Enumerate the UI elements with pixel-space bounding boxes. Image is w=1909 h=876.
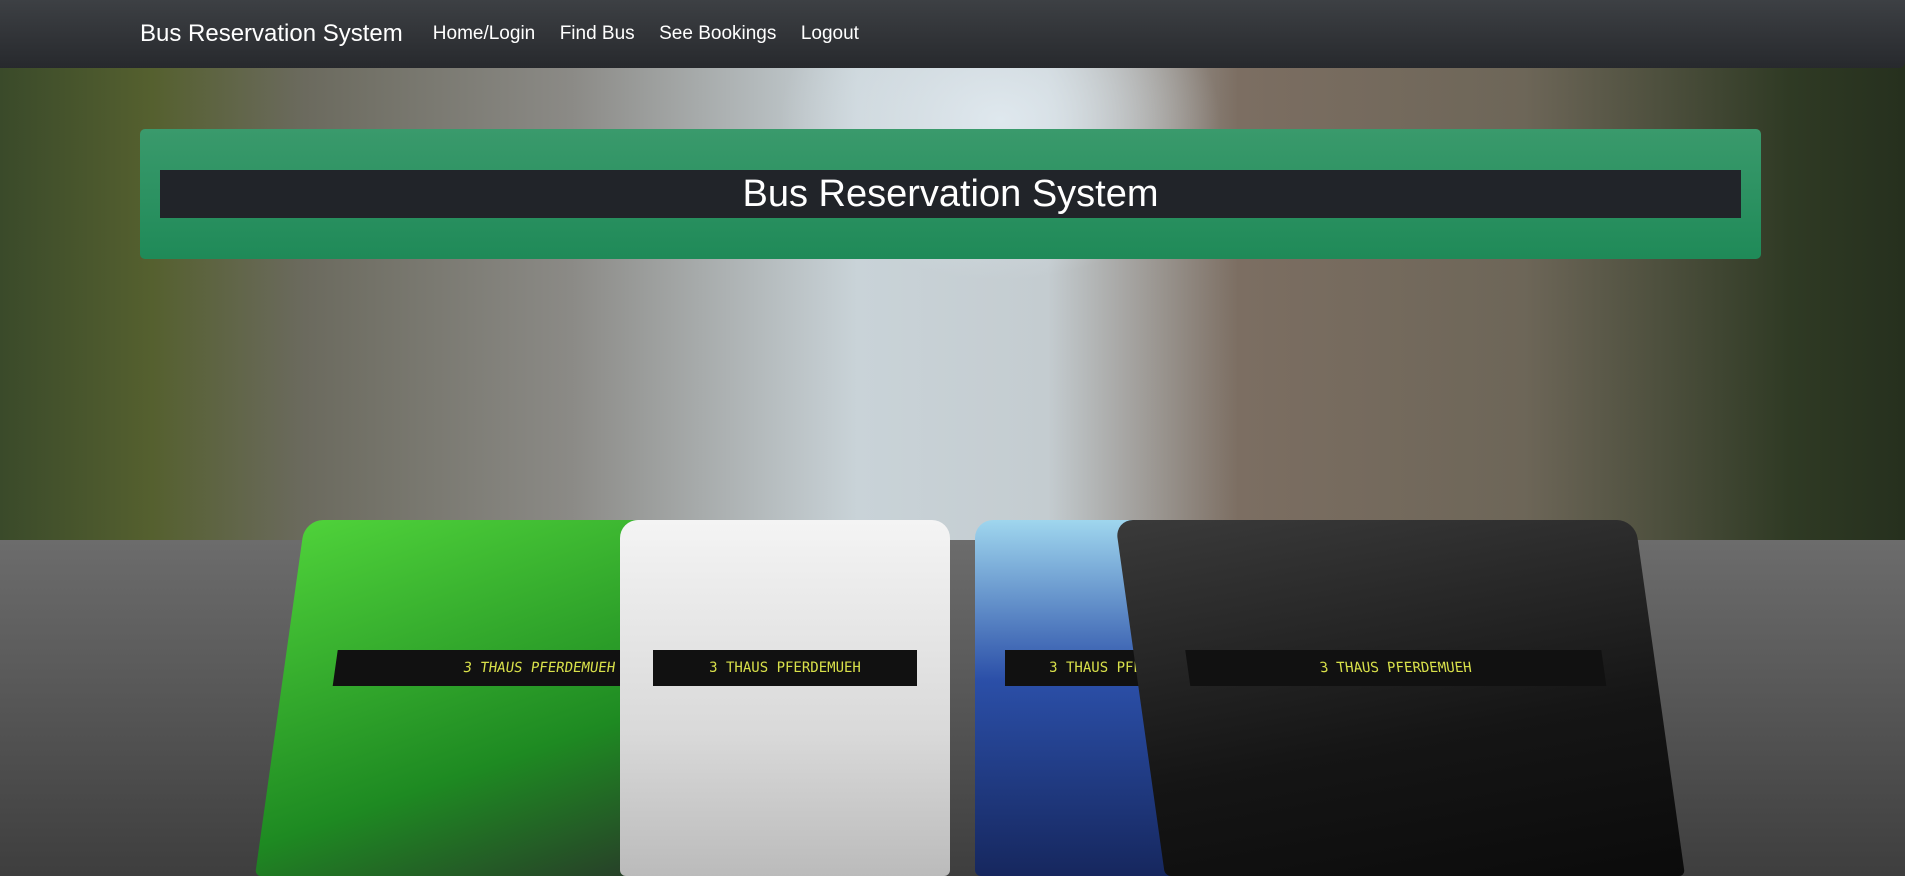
nav-find-bus[interactable]: Find Bus [560, 23, 635, 44]
bus-image: 3 THAUS PFERDEMUEH [620, 520, 950, 876]
nav-home-login[interactable]: Home/Login [433, 23, 535, 44]
navbar: Bus Reservation System Home/Login Find B… [0, 0, 1905, 68]
page-title: Bus Reservation System [160, 170, 1741, 218]
jumbotron: Bus Reservation System [140, 129, 1761, 259]
bus-image: 3 THAUS PFERDEMUEH [1114, 520, 1686, 876]
nav-logout[interactable]: Logout [801, 23, 859, 44]
bus-sign: 3 THAUS PFERDEMUEH [1185, 650, 1607, 686]
nav-see-bookings[interactable]: See Bookings [659, 23, 776, 44]
bus-sign: 3 THAUS PFERDEMUEH [653, 650, 917, 686]
nav-links: Home/Login Find Bus See Bookings Logout [433, 23, 879, 45]
navbar-brand[interactable]: Bus Reservation System [140, 20, 403, 48]
